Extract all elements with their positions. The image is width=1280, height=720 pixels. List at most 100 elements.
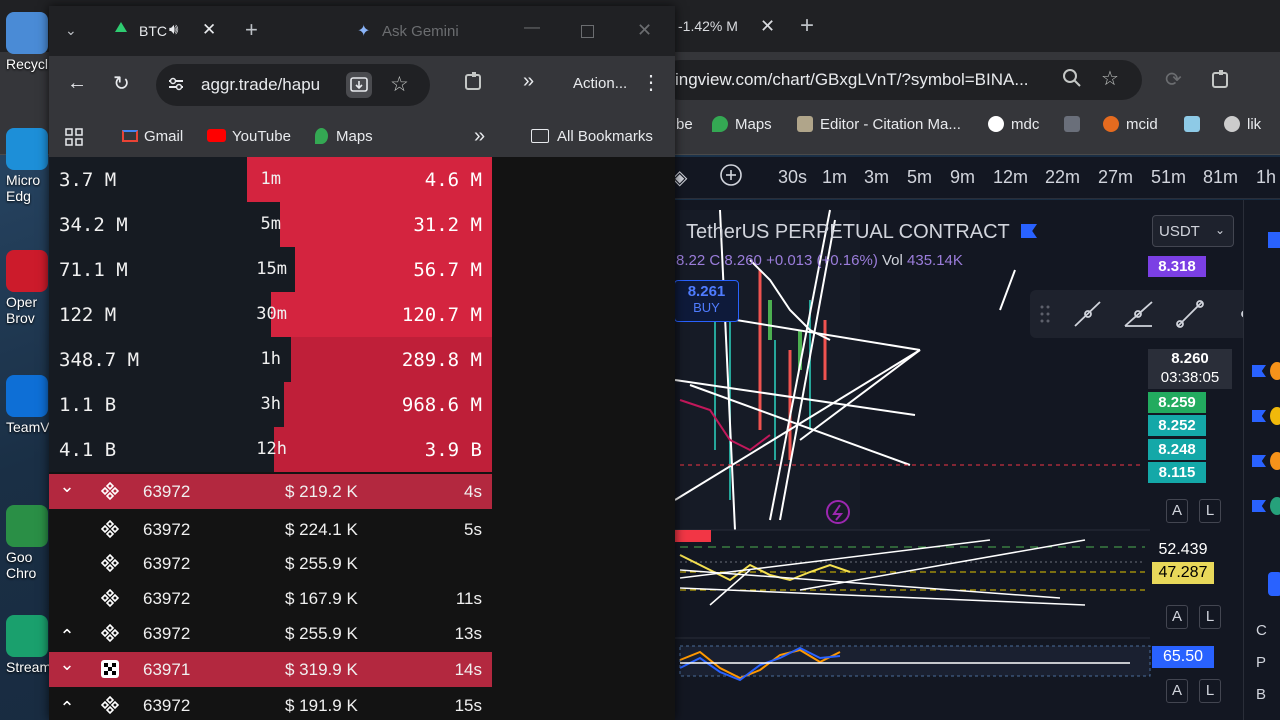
aggr-address-bar[interactable]: aggr.trade/hapu ☆	[156, 64, 430, 106]
price-tag: 8.259	[1148, 392, 1206, 413]
install-app-icon[interactable]	[346, 72, 372, 98]
all-bookmarks-folder[interactable]: All Bookmarks	[531, 128, 653, 145]
bookmark-maps[interactable]: Maps	[712, 116, 772, 133]
bookmark-mcid[interactable]: mcid	[1103, 116, 1158, 133]
desktop-icon[interactable]: Micro Edg	[6, 128, 52, 204]
trade-amount: $ 191.9 K	[285, 696, 358, 715]
timeframe-27m[interactable]: 27m	[1098, 167, 1133, 188]
chevron-up-icon: ⌃	[59, 626, 75, 646]
more-bookmarks-icon[interactable]: »	[474, 125, 485, 148]
trade-amount: $ 219.2 K	[285, 482, 358, 501]
tv-tab[interactable]: -1.42% M ✕	[660, 6, 785, 46]
close-icon[interactable]: ✕	[760, 16, 775, 37]
aggr-bookmarks-bar: Gmail YouTube Maps » All Bookmarks	[49, 114, 675, 157]
desktop-icon[interactable]: Stream	[6, 615, 52, 675]
scale-l-button[interactable]: L	[1199, 679, 1221, 703]
tab-search-chevron-icon[interactable]: ⌄	[65, 22, 77, 39]
bookmark-maps[interactable]: Maps	[315, 128, 373, 145]
bookmark-editor-citation[interactable]: Editor - Citation Ma...	[797, 116, 961, 133]
flag-icon[interactable]	[1252, 500, 1266, 512]
timeframe-51m[interactable]: 51m	[1151, 167, 1186, 188]
stats-sell-volume: 348.7 M	[59, 349, 140, 371]
desktop-icon[interactable]: TeamV	[6, 375, 52, 435]
desktop-icon-label: Oper	[6, 294, 38, 310]
timeframe-30s[interactable]: 30s	[778, 167, 807, 188]
trade-row: ⌃ 63972 $ 191.9 K 15s	[49, 688, 492, 720]
bookmark-gmail[interactable]: Gmail	[122, 128, 183, 145]
watchlist-icon[interactable]	[1268, 232, 1280, 248]
scale-a-button[interactable]: A	[1166, 679, 1188, 703]
scale-a-button[interactable]: A	[1166, 605, 1188, 629]
panel-icon[interactable]	[1268, 572, 1280, 596]
aggr-tab-label[interactable]: BTC	[139, 23, 167, 39]
scale-l-button[interactable]: L	[1199, 499, 1221, 523]
buy-price: 8.261	[687, 283, 726, 300]
bookmark-unnamed-1[interactable]	[1064, 116, 1087, 133]
trade-age: 11s	[455, 589, 482, 608]
timeframe-12m[interactable]: 12m	[993, 167, 1028, 188]
bookmark-be[interactable]: be	[676, 116, 693, 133]
trade-price: 63972	[143, 520, 191, 539]
sync-icon[interactable]: ⟳	[1165, 67, 1182, 92]
timeframe-5m[interactable]: 5m	[907, 167, 932, 188]
trade-row: ⌄ 63972 $ 219.2 K 4s	[49, 474, 492, 509]
site-settings-icon[interactable]	[166, 74, 186, 99]
bookmark-unnamed-2[interactable]	[1184, 116, 1207, 133]
flag-icon[interactable]	[1252, 455, 1266, 467]
bookmark-star-icon[interactable]: ☆	[390, 72, 409, 97]
timeframe-1h[interactable]: 1h	[1256, 167, 1276, 188]
tv-chart-area[interactable]	[660, 200, 1280, 720]
ohlc-legend: 8.22 C 8.260 +0.013 (+0.16%) Vol 435.14K	[676, 252, 963, 269]
chevron-up-icon: ⌃	[59, 698, 75, 718]
ask-gemini-label[interactable]: Ask Gemini	[382, 23, 459, 40]
stats-timeframe: 1h	[260, 349, 281, 369]
new-tab-icon[interactable]: +	[800, 12, 814, 40]
maximize-icon[interactable]	[581, 25, 594, 38]
minimize-icon[interactable]: —	[524, 19, 540, 37]
desktop-icon[interactable]: Goo Chro	[6, 505, 52, 581]
back-icon[interactable]: ←	[67, 72, 87, 95]
binance-icon	[100, 623, 120, 643]
bar-countdown: 03:38:05	[1160, 369, 1220, 386]
currency-select[interactable]: USDT ⌄	[1152, 215, 1234, 247]
stats-buy-volume: 31.2 M	[413, 214, 482, 236]
new-tab-icon[interactable]: +	[245, 17, 258, 43]
bookmark-mdc[interactable]: mdc	[988, 116, 1039, 133]
scale-l-button[interactable]: L	[1199, 605, 1221, 629]
timeframe-1m[interactable]: 1m	[822, 167, 847, 188]
timeframe-22m[interactable]: 22m	[1045, 167, 1080, 188]
stats-sell-volume: 3.7 M	[59, 169, 117, 191]
add-symbol-icon[interactable]	[719, 163, 743, 193]
more-extensions-icon[interactable]: »	[523, 70, 534, 93]
zoom-icon[interactable]	[1062, 68, 1082, 94]
speaker-icon[interactable]: 🔊︎	[169, 21, 178, 38]
bookmark-lik[interactable]: lik	[1224, 116, 1261, 133]
price-tag: 8.115	[1148, 462, 1206, 483]
action-button[interactable]: Action...	[573, 75, 627, 92]
trade-price: 63971	[143, 660, 191, 679]
timeframe-3m[interactable]: 3m	[864, 167, 889, 188]
bookmark-youtube[interactable]: YouTube	[207, 128, 291, 145]
volume-label: Vol	[881, 252, 903, 269]
desktop-icon-label: TeamV	[6, 419, 50, 435]
flag-icon[interactable]	[1252, 410, 1266, 422]
desktop-icon[interactable]: Oper Brov	[6, 250, 52, 326]
timeframe-9m[interactable]: 9m	[950, 167, 975, 188]
scale-a-button[interactable]: A	[1166, 499, 1188, 523]
desktop-icon[interactable]: Recycl	[6, 12, 52, 72]
trade-age: 13s	[454, 624, 482, 643]
tv-url-text: ingview.com/chart/GBxgLVnT/?symbol=BINA.…	[675, 70, 1029, 89]
apps-grid-icon[interactable]	[65, 128, 83, 151]
trade-row: ⌄ 63971 $ 319.9 K 14s	[49, 652, 492, 687]
flag-icon[interactable]	[1252, 365, 1266, 377]
menu-kebab-icon[interactable]: ⋮	[641, 70, 661, 95]
binance-icon	[100, 519, 120, 539]
bookmark-star-icon[interactable]: ☆	[1101, 66, 1119, 91]
window-close-icon[interactable]: ✕	[637, 20, 652, 41]
timeframe-81m[interactable]: 81m	[1203, 167, 1238, 188]
extensions-icon[interactable]	[1210, 68, 1232, 96]
buy-button[interactable]: 8.261 BUY	[674, 280, 739, 322]
close-icon[interactable]: ✕	[202, 20, 216, 40]
reload-icon[interactable]: ↻	[113, 71, 130, 96]
extensions-icon[interactable]	[463, 70, 485, 95]
